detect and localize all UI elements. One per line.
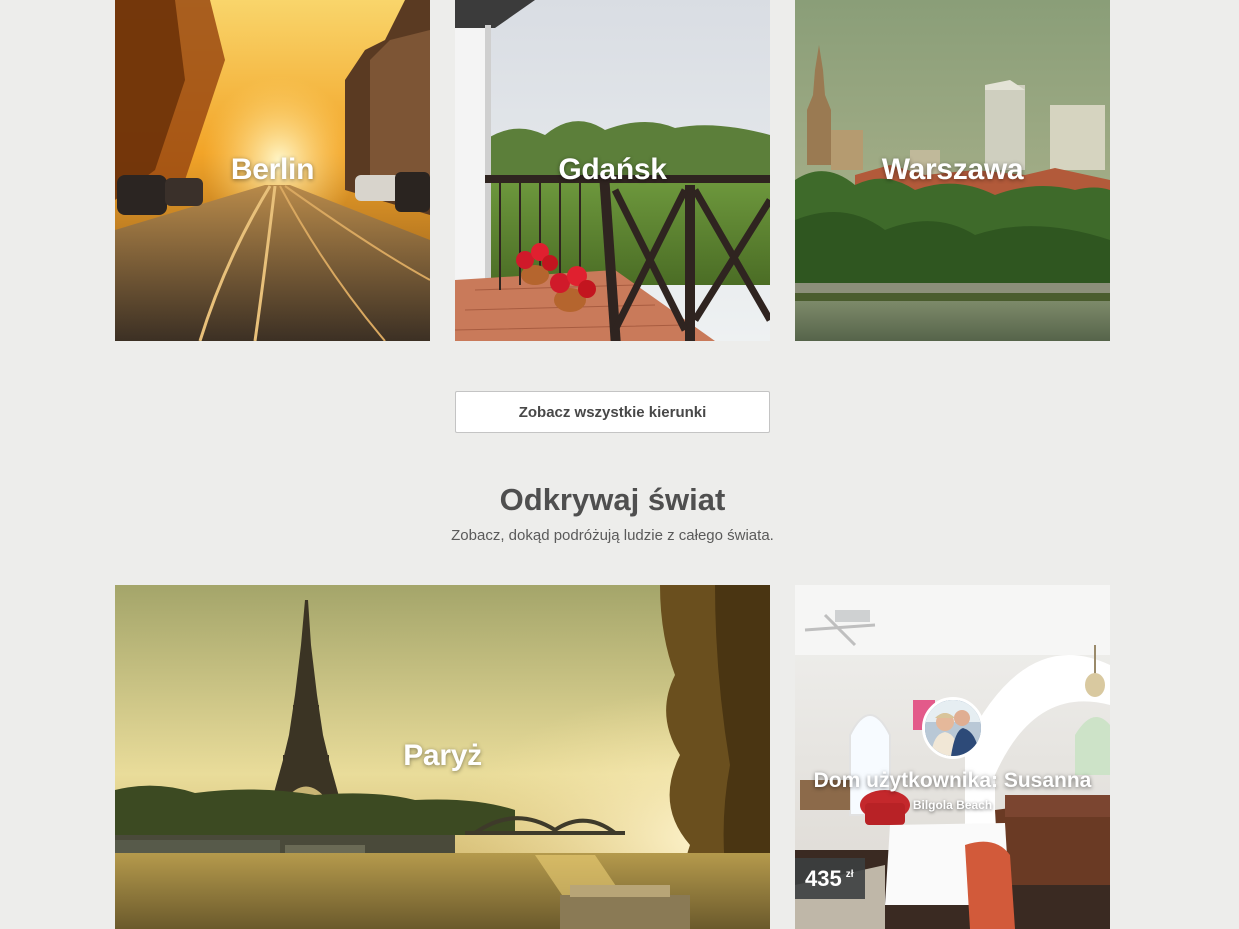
destination-label: Warszawa [881, 152, 1024, 186]
listing-location: Bilgola Beach [912, 798, 993, 812]
price-amount: 435 [805, 865, 842, 891]
featured-city-tile-paris[interactable]: Paryż [115, 585, 770, 929]
destination-tile-gdansk[interactable]: Gdańsk [455, 0, 770, 341]
section-subtitle: Zobacz, dokąd podróżują ludzie z całego … [451, 527, 774, 544]
featured-city-label: Paryż [403, 739, 482, 772]
price-currency: zł [845, 869, 854, 880]
host-avatar-image [925, 700, 981, 756]
destination-tile-berlin[interactable]: Berlin [115, 0, 430, 341]
see-all-destinations-button[interactable]: Zobacz wszystkie kierunki [455, 391, 770, 433]
listing-title: Dom użytkownika: Susanna [813, 769, 1092, 792]
destination-tile-warszawa[interactable]: Warszawa [795, 0, 1110, 341]
price-badge: 435 zł [795, 858, 865, 899]
destination-label: Berlin [230, 152, 315, 186]
destination-label: Gdańsk [558, 152, 667, 186]
host-avatar[interactable] [922, 697, 984, 759]
listing-card[interactable]: Dom użytkownika: Susanna Bilgola Beach 4… [795, 585, 1110, 929]
page: Berlin Gdańsk Warszawa Zobacz wszystkie … [0, 0, 1239, 929]
section-title: Odkrywaj świat [499, 482, 726, 517]
